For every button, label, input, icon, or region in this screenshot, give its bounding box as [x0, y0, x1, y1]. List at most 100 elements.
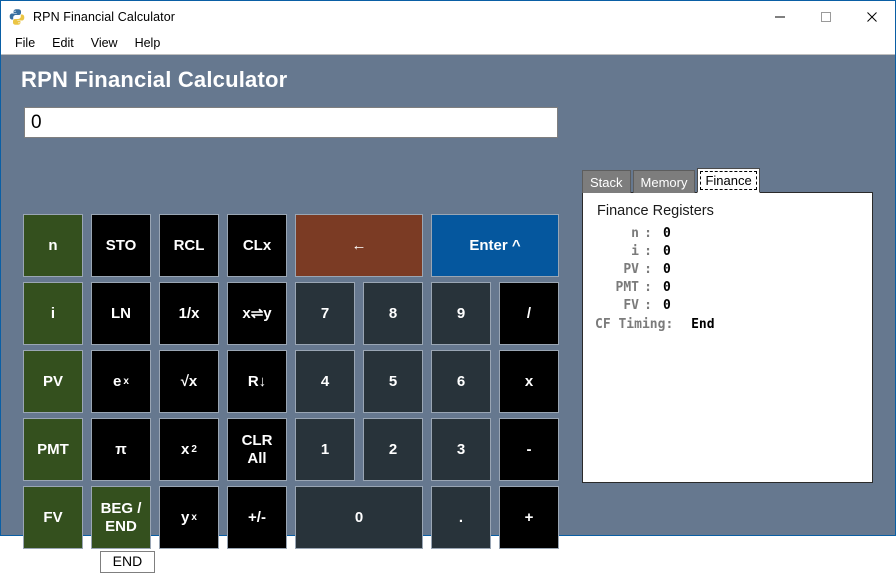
key-1[interactable]: 1	[295, 418, 355, 481]
key-fv[interactable]: FV	[23, 486, 83, 549]
menu-item-view[interactable]: View	[85, 34, 127, 53]
tab-panel-finance: Finance Registers n:0 i:0 PV:0 PMT:0 FV:0 CF…	[582, 192, 873, 483]
menu-item-help[interactable]: Help	[129, 34, 170, 53]
key-label: Enter ^	[469, 236, 521, 254]
register-value: 0	[663, 280, 671, 295]
key-rcl[interactable]: RCL	[159, 214, 219, 277]
key-x-y[interactable]: x⇌y	[227, 282, 287, 345]
register-row: FV:0	[595, 298, 860, 313]
window-title: RPN Financial Calculator	[33, 9, 176, 24]
key-label: +	[524, 508, 534, 526]
key-e-x[interactable]: ex	[91, 350, 151, 413]
key-label: 8	[388, 304, 398, 322]
key-i[interactable]: i	[23, 282, 83, 345]
close-icon[interactable]	[849, 1, 895, 32]
key-8[interactable]: 8	[363, 282, 423, 345]
key-sym[interactable]: /	[499, 282, 559, 345]
key-label: BEG / END	[100, 500, 142, 535]
calculator-display[interactable]: 0	[24, 107, 558, 138]
register-name: PV	[623, 262, 639, 277]
key-7[interactable]: 7	[295, 282, 355, 345]
register-colon: :	[644, 262, 652, 277]
key-label: ←	[351, 236, 367, 254]
register-name: PMT	[615, 280, 639, 295]
key-label: 7	[320, 304, 330, 322]
minimize-icon[interactable]	[757, 1, 803, 32]
key-x[interactable]: √x	[159, 350, 219, 413]
key-6[interactable]: 6	[431, 350, 491, 413]
register-row: PMT:0	[595, 280, 860, 295]
key-label: e	[113, 372, 122, 390]
finance-cf-timing-row: CF Timing: End	[595, 317, 860, 332]
key-label: x	[181, 440, 190, 458]
key-label: +/-	[248, 508, 266, 526]
register-colon: :	[644, 280, 652, 295]
key-label: x⇌y	[242, 304, 272, 322]
key-label: LN	[111, 304, 131, 322]
key-1-x[interactable]: 1/x	[159, 282, 219, 345]
maximize-icon[interactable]	[803, 1, 849, 32]
finance-cf-timing-value: End	[691, 317, 715, 332]
register-name: n	[631, 226, 639, 241]
key-sym[interactable]: π	[91, 418, 151, 481]
key-superscript: x	[123, 375, 129, 387]
key-label: 1	[320, 440, 330, 458]
key-pv[interactable]: PV	[23, 350, 83, 413]
key-x[interactable]: x	[499, 350, 559, 413]
key-label: 0	[354, 508, 364, 526]
key-label: 9	[456, 304, 466, 322]
register-value: 0	[663, 262, 671, 277]
key-sym[interactable]: ←	[295, 214, 423, 277]
key-sto[interactable]: STO	[91, 214, 151, 277]
key-label: i	[50, 304, 56, 322]
key-9[interactable]: 9	[431, 282, 491, 345]
key-sym[interactable]: +/-	[227, 486, 287, 549]
page-title: RPN Financial Calculator	[21, 67, 288, 92]
menu-item-edit[interactable]: Edit	[46, 34, 83, 53]
key-3[interactable]: 3	[431, 418, 491, 481]
key-r[interactable]: R↓	[227, 350, 287, 413]
key-label: n	[48, 236, 58, 254]
app-window: RPN Financial Calculator File Edit View …	[0, 0, 896, 573]
key-label: STO	[105, 236, 137, 254]
key-sym[interactable]: +	[499, 486, 559, 549]
cf-timing-label: CF Timing:	[23, 554, 91, 570]
main-content: RPN Financial Calculator 0 n STO RCL CLx ← En…	[1, 55, 895, 573]
key-label: √x	[180, 372, 198, 390]
tab-label: Stack	[590, 174, 623, 190]
tab-memory[interactable]: Memory	[632, 170, 696, 193]
key-label: FV	[43, 508, 63, 526]
cf-timing-value[interactable]: END	[99, 551, 156, 573]
key-clr-all[interactable]: CLR All	[227, 418, 287, 481]
key-2[interactable]: 2	[363, 418, 423, 481]
key-sym[interactable]: .	[431, 486, 491, 549]
key-y-x[interactable]: yx	[159, 486, 219, 549]
key-clx[interactable]: CLx	[227, 214, 287, 277]
key-4[interactable]: 4	[295, 350, 355, 413]
key-label: 6	[456, 372, 466, 390]
key-sym[interactable]: -	[499, 418, 559, 481]
tab-label: Memory	[640, 174, 688, 190]
key-n[interactable]: n	[23, 214, 83, 277]
key-5[interactable]: 5	[363, 350, 423, 413]
key-label: /	[526, 304, 532, 322]
key-0[interactable]: 0	[295, 486, 423, 549]
python-logo-icon	[8, 8, 26, 26]
key-beg-end[interactable]: BEG / END	[91, 486, 151, 549]
tab-strip: Stack Memory Finance	[582, 168, 873, 193]
key-label: y	[181, 508, 190, 526]
key-pmt[interactable]: PMT	[23, 418, 83, 481]
key-label: π	[115, 440, 127, 458]
key-x-2[interactable]: x2	[159, 418, 219, 481]
key-label: 5	[388, 372, 398, 390]
window-controls	[757, 1, 895, 32]
key-ln[interactable]: LN	[91, 282, 151, 345]
tab-stack[interactable]: Stack	[582, 170, 631, 193]
cf-timing-status: CF Timing: END	[23, 551, 156, 573]
register-colon: :	[644, 226, 652, 241]
key-label: RCL	[173, 236, 205, 254]
key-enter[interactable]: Enter ^	[431, 214, 559, 277]
tab-finance[interactable]: Finance	[697, 168, 760, 193]
side-panel: Stack Memory Finance Finance Registers n:0…	[582, 168, 873, 483]
menu-item-file[interactable]: File	[9, 34, 44, 53]
